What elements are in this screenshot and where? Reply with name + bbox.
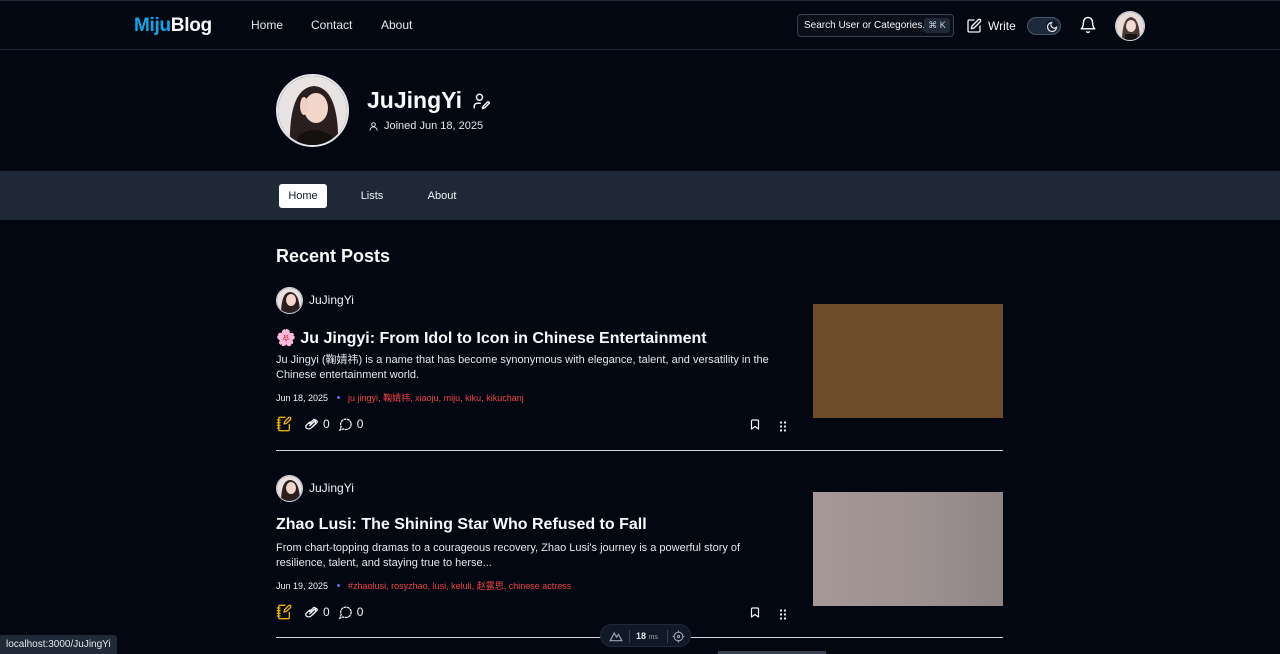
edit-icon [967, 18, 982, 33]
post-date: Jun 19, 2025 [276, 580, 329, 591]
nav-link-about[interactable]: About [381, 18, 412, 32]
bell-icon[interactable] [1079, 16, 1097, 39]
user-avatar[interactable] [1115, 11, 1145, 41]
post-thumbnail[interactable] [813, 492, 1003, 606]
post-tag[interactable]: 鞠婧祎 [383, 391, 410, 404]
post-divider [276, 450, 1003, 451]
nav-link-home[interactable]: Home [251, 18, 283, 32]
theme-toggle[interactable] [1027, 17, 1061, 35]
post-meta: Jun 18, 2025 ju jingyi, 鞠婧祎, xiaoju, mij… [276, 391, 524, 404]
logo-text-miju: Miju [134, 15, 171, 36]
post-meta: Jun 19, 2025 #zhaolusi, rosyzhao, lusi, … [276, 579, 572, 592]
joined-text: Joined Jun 18, 2025 [384, 120, 484, 132]
post-excerpt: Ju Jingyi (鞠婧祎) is a name that has becom… [276, 354, 769, 381]
dev-separator [667, 630, 668, 643]
clap-count: 0 [323, 417, 330, 431]
author-name[interactable]: JuJingYi [309, 481, 354, 495]
post-tag[interactable]: kikuchanj [486, 393, 524, 403]
more-options-icon[interactable] [779, 607, 787, 625]
author-avatar[interactable] [276, 475, 303, 502]
author-avatar[interactable] [276, 287, 303, 314]
profile-tabs: Home Lists About [0, 171, 1280, 220]
post-tag[interactable]: kiku [465, 393, 481, 403]
write-button[interactable]: Write [966, 16, 1016, 36]
post-tag[interactable]: rosyzhao [391, 581, 428, 591]
tab-about[interactable]: About [422, 184, 462, 208]
crosshair-icon[interactable] [672, 630, 685, 643]
author-name[interactable]: JuJingYi [309, 293, 354, 307]
meta-separator [337, 396, 341, 399]
post-excerpt: From chart-topping dramas to a courageou… [276, 542, 741, 569]
nav-link-contact[interactable]: Contact [311, 18, 352, 32]
post-date: Jun 18, 2025 [276, 392, 329, 403]
clap-count: 0 [323, 605, 330, 619]
post-tag[interactable]: chinese actress [509, 581, 572, 591]
user-icon [369, 121, 378, 131]
joined-date: Joined Jun 18, 2025 [368, 120, 483, 132]
post-actions: 0 0 [276, 416, 367, 432]
clap-icon[interactable] [304, 417, 319, 432]
notebook-pen-icon[interactable] [276, 604, 292, 620]
dev-toolbar[interactable]: 18 ms [600, 624, 691, 647]
comment-count: 0 [356, 417, 364, 431]
more-options-icon[interactable] [779, 419, 787, 437]
render-time: 18 ms [636, 631, 658, 641]
moon-icon [1046, 20, 1058, 33]
section-title: Recent Posts [276, 246, 391, 266]
post-tag[interactable]: keluli [451, 581, 472, 591]
user-pen-icon[interactable] [472, 92, 490, 115]
nuxt-logo-icon[interactable] [609, 630, 623, 642]
bookmark-icon[interactable] [749, 418, 761, 436]
post-thumbnail[interactable] [813, 304, 1003, 418]
notebook-pen-icon[interactable] [276, 416, 292, 432]
comment-icon[interactable] [338, 417, 353, 432]
link-preview-status: localhost:3000/JuJingYi [0, 635, 117, 654]
write-label: Write [988, 19, 1016, 33]
post-tag[interactable]: ju jingyi [348, 393, 378, 403]
search-input[interactable]: Search User or Categories... ⌘ K [797, 14, 954, 37]
site-logo[interactable]: MijuBlog [134, 15, 212, 37]
post-tag[interactable]: miju [444, 393, 461, 403]
logo-text-blog: Blog [170, 15, 212, 36]
search-shortcut-badge: ⌘ K [924, 18, 950, 33]
comment-count: 0 [356, 605, 364, 619]
post-tag[interactable]: #zhaolusi [348, 581, 386, 591]
profile-avatar [276, 74, 349, 147]
dev-separator [629, 630, 630, 643]
tab-lists[interactable]: Lists [356, 184, 388, 208]
post-actions: 0 0 [276, 604, 367, 620]
top-navbar: MijuBlog Home Contact About Search User … [0, 0, 1280, 50]
post-title[interactable]: 🌸 Ju Jingyi: From Idol to Icon in Chines… [276, 328, 707, 348]
tab-home[interactable]: Home [279, 184, 327, 208]
post-tag[interactable]: 赵露思 [477, 579, 504, 592]
comment-icon[interactable] [338, 605, 353, 620]
post-tag[interactable]: xiaoju [415, 393, 439, 403]
clap-icon[interactable] [304, 605, 319, 620]
profile-name: JuJingYi [367, 87, 462, 113]
search-placeholder: Search User or Categories... [804, 20, 931, 31]
post-tag[interactable]: lusi [433, 581, 447, 591]
meta-separator [337, 584, 341, 587]
bookmark-icon[interactable] [749, 606, 761, 624]
post-title[interactable]: Zhao Lusi: The Shining Star Who Refused … [276, 516, 647, 534]
